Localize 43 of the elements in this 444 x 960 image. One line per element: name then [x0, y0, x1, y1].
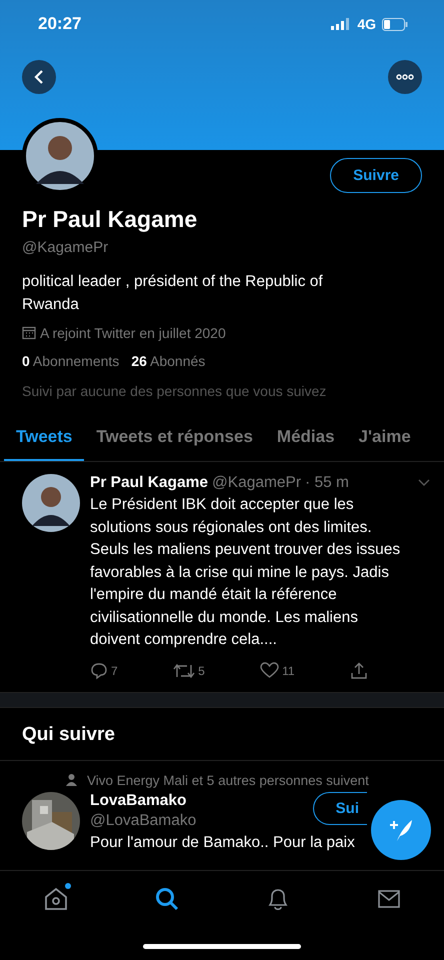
followers-count[interactable]: 26 Abonnés [131, 353, 206, 369]
home-tab[interactable] [42, 886, 68, 912]
retweet-count: 5 [198, 664, 205, 678]
back-icon[interactable] [33, 69, 45, 85]
signal-icon [331, 18, 352, 30]
tweet-handle: @KagamePr [212, 474, 301, 492]
social-context: Vivo Energy Mali et 5 autres personnes suivent [87, 772, 369, 788]
more-button[interactable] [388, 60, 422, 94]
followed-by-text: Suivi par aucune des personnes que vous suivez [22, 383, 328, 399]
person-icon [66, 774, 77, 786]
search-tab[interactable] [154, 886, 180, 912]
share-icon[interactable] [350, 662, 368, 680]
account-handle: @LovaBamako [90, 812, 198, 830]
profile-tab[interactable]: Médias [264, 417, 347, 461]
reply-count: 7 [111, 664, 118, 678]
section-title: Qui suivre [0, 708, 444, 760]
join-date: A rejoint Twitter en juillet 2020 [40, 325, 226, 341]
profile-bio: political leader , président of the Republic of Rwanda [22, 272, 324, 315]
account-bio: Pour l'amour de Bamako.. Pour la paix [90, 834, 355, 852]
tweet-text: Le Président IBK doit accepter que les solutions sous régionales ont des limites. Seuls les maliens peuvent trouver des issues favorables à la crise qui mine le pays. Jadis l'empire du mandé était la référence civilisationnelle du monde. Les maliens doivent comprendre cela.... [90, 495, 402, 650]
calendar-icon [22, 326, 36, 340]
profile-name: Pr Paul Kagame [22, 206, 198, 233]
profile-tab[interactable]: Tweets [4, 417, 84, 461]
more-icon[interactable] [396, 74, 414, 80]
follow-button[interactable]: Sui [312, 792, 367, 824]
like-count: 11 [282, 664, 295, 678]
profile-handle: @KagamePr [22, 239, 110, 256]
follow-button[interactable]: Suivre [330, 158, 422, 193]
following-count[interactable]: 0 Abonnements [22, 353, 120, 369]
avatar [22, 474, 80, 532]
account-name: LovaBamako [90, 792, 188, 810]
tweet-author: Pr Paul Kagame [90, 474, 208, 492]
reply-icon[interactable] [90, 662, 108, 680]
status-time: 20:27 [38, 14, 82, 34]
heart-icon[interactable] [260, 662, 280, 679]
profile-tab[interactable]: Tweets et réponses [84, 417, 265, 461]
retweet-icon[interactable] [173, 662, 196, 678]
profile-tab[interactable]: J'aime [346, 417, 423, 461]
back-button[interactable] [22, 60, 56, 94]
network-label: 4G [357, 16, 376, 32]
chevron-down-icon[interactable] [418, 479, 430, 487]
battery-icon [382, 18, 408, 30]
tweet-time: · 55 m [305, 474, 349, 492]
